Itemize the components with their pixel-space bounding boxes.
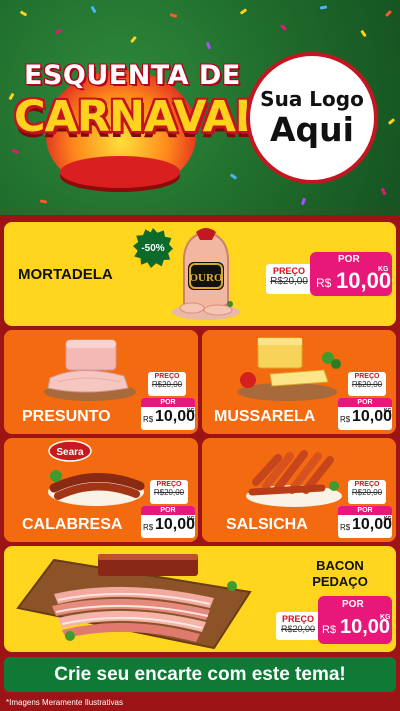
unit: KG [384,408,392,414]
confetti [90,5,97,14]
header-banner: ESQUENTA DE CARNAVAL Sua Logo Aqui [0,0,400,215]
por-label: POR [338,398,392,407]
price-label: PREÇO [354,481,380,488]
unit: KG [380,614,391,621]
confetti [360,29,367,38]
confetti [319,5,328,10]
logo-text-line-2: Aqui [270,110,354,149]
currency: R$ [143,415,154,424]
salsicha-image [246,450,342,507]
card-calabresa: Seara CALABRESA PREÇO R$20,00 POR R$ 10,… [4,438,198,542]
card-salsicha: SALSICHA PREÇO R$20,00 POR R$ 10,00 KG [202,438,396,542]
title-plate-graphic [60,156,180,188]
old-price-box: PREÇO R$20,00 [150,480,188,504]
old-price: R$20,00 [351,380,383,389]
logo-placeholder: Sua Logo Aqui [246,52,378,184]
confetti [239,8,248,15]
product-name: SALSICHA [226,516,308,533]
new-price-box: POR R$ 10,00 KG [310,252,392,296]
old-price-box: PREÇO R$20,00 [276,612,320,640]
logo-text-line-1: Sua Logo [260,87,364,111]
campaign-title: ESQUENTA DE CARNAVAL [6,58,262,198]
card-bacon: BACON PEDAÇO PREÇO R$20,00 POR R$ 10,00 … [4,546,396,652]
unit: KG [378,266,389,273]
card-mussarela: MUSSARELA PREÇO R$20,00 POR R$ 10,00 KG [202,330,396,434]
confetti [130,35,137,44]
old-price-box: PREÇO R$20,00 [348,480,386,504]
flyer-page: ESQUENTA DE CARNAVAL Sua Logo Aqui MORTA… [0,0,400,711]
product-name: CALABRESA [22,516,123,533]
confetti [229,173,238,180]
old-price-box: PREÇO R$20,00 [266,264,312,294]
new-price-box: POR R$ 10,00 KG [141,506,195,538]
product-name-line-2: PEDAÇO [312,574,368,589]
old-price: R$20,00 [153,488,185,497]
old-price: R$20,00 [151,380,183,389]
bacon-image [16,554,252,650]
card-mortadela: MORTADELA OURO -50% PREÇO R$20,00 POR R$… [4,222,396,326]
brand-seara: Seara [56,447,84,458]
confetti [300,197,307,206]
currency: R$ [340,415,351,424]
confetti [279,24,288,31]
confetti [387,118,396,125]
product-name-line-1: BACON [316,558,364,573]
mortadela-image: OURO [172,228,240,320]
old-price-box: PREÇO R$20,00 [348,372,386,396]
price-label: PREÇO [156,481,182,488]
product-name: MORTADELA [18,266,113,283]
price-label: PREÇO [281,614,314,624]
new-price-box: POR R$ 10,00 KG [338,398,392,430]
presunto-image [44,339,136,401]
title-line-2: CARNAVAL [14,92,262,142]
confetti [54,28,63,35]
new-price-box: POR R$ 10,00 KG [141,398,195,430]
cta-banner[interactable]: Crie seu encarte com este tema! [4,657,396,692]
por-label: POR [141,506,195,515]
currency: R$ [316,276,332,290]
price-label: PREÇO [272,266,305,276]
por-label: POR [141,398,195,407]
confetti [380,187,387,196]
product-name: MUSSARELA [214,408,316,425]
old-price: R$20,00 [280,624,316,634]
confetti [169,13,178,18]
price-label: PREÇO [354,373,380,380]
currency: R$ [143,523,154,532]
confetti [384,9,393,18]
por-label: POR [338,254,360,265]
unit: KG [187,408,195,414]
price-label: PREÇO [154,373,180,380]
disclaimer-text: *Imagens Meramente Ilustrativas [6,698,123,707]
new-price-box: POR R$ 10,00 KG [338,506,392,538]
por-label: POR [342,599,364,610]
confetti [39,199,48,204]
confetti [205,41,212,50]
currency: R$ [322,624,337,636]
brand-ouro: OURO [190,272,223,284]
unit: KG [187,516,195,522]
mussarela-image [237,337,341,401]
title-line-1: ESQUENTA DE [24,60,241,91]
new-price-box: POR R$ 10,00 KG [318,596,392,644]
old-price: R$20,00 [270,276,308,287]
seara-logo: Seara [48,440,92,462]
product-name: PRESUNTO [22,408,111,425]
por-label: POR [338,506,392,515]
old-price-box: PREÇO R$20,00 [148,372,186,396]
unit: KG [384,516,392,522]
card-presunto: PRESUNTO PREÇO R$20,00 POR R$ 10,00 KG [4,330,198,434]
confetti [19,10,28,17]
currency: R$ [340,523,351,532]
old-price: R$20,00 [351,488,383,497]
